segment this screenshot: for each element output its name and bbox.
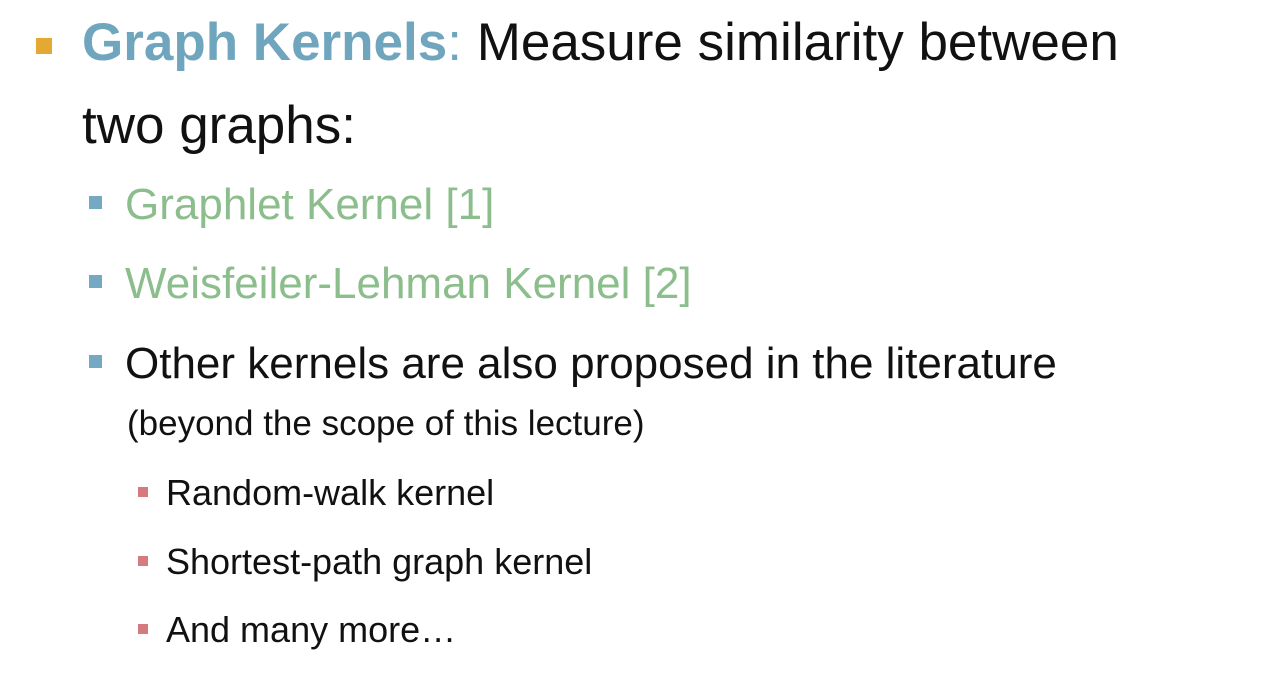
random-walk-kernel-item: Random-walk kernel: [166, 472, 495, 513]
sub-bullet-square-icon: [89, 355, 102, 368]
main-bullet-line-1: Graph Kernels: Measure similarity betwee…: [82, 16, 1119, 69]
wl-kernel-item: Weisfeiler-Lehman Kernel [2]: [125, 259, 692, 308]
subsub-bullet-square-icon: [138, 556, 148, 566]
graph-kernels-colon: :: [447, 13, 462, 72]
slide: Graph Kernels: Measure similarity betwee…: [0, 0, 1285, 682]
many-more-item: And many more…: [166, 609, 457, 650]
graph-kernels-term: Graph Kernels: [82, 13, 448, 72]
main-bullet-text: Measure similarity between: [461, 13, 1119, 72]
subsub-bullet-square-icon: [138, 487, 148, 497]
sub-bullet-square-icon: [89, 196, 102, 209]
subsub-bullet-square-icon: [138, 624, 148, 634]
sub-bullet-square-icon: [89, 275, 102, 288]
shortest-path-kernel-item: Shortest-path graph kernel: [166, 541, 593, 582]
graphlet-kernel-item: Graphlet Kernel [1]: [125, 180, 495, 229]
main-bullet-line-2: two graphs:: [82, 96, 356, 155]
bullet-square-icon: [36, 38, 52, 54]
other-kernels-note: (beyond the scope of this lecture): [127, 404, 645, 443]
other-kernels-item: Other kernels are also proposed in the l…: [125, 339, 1057, 388]
